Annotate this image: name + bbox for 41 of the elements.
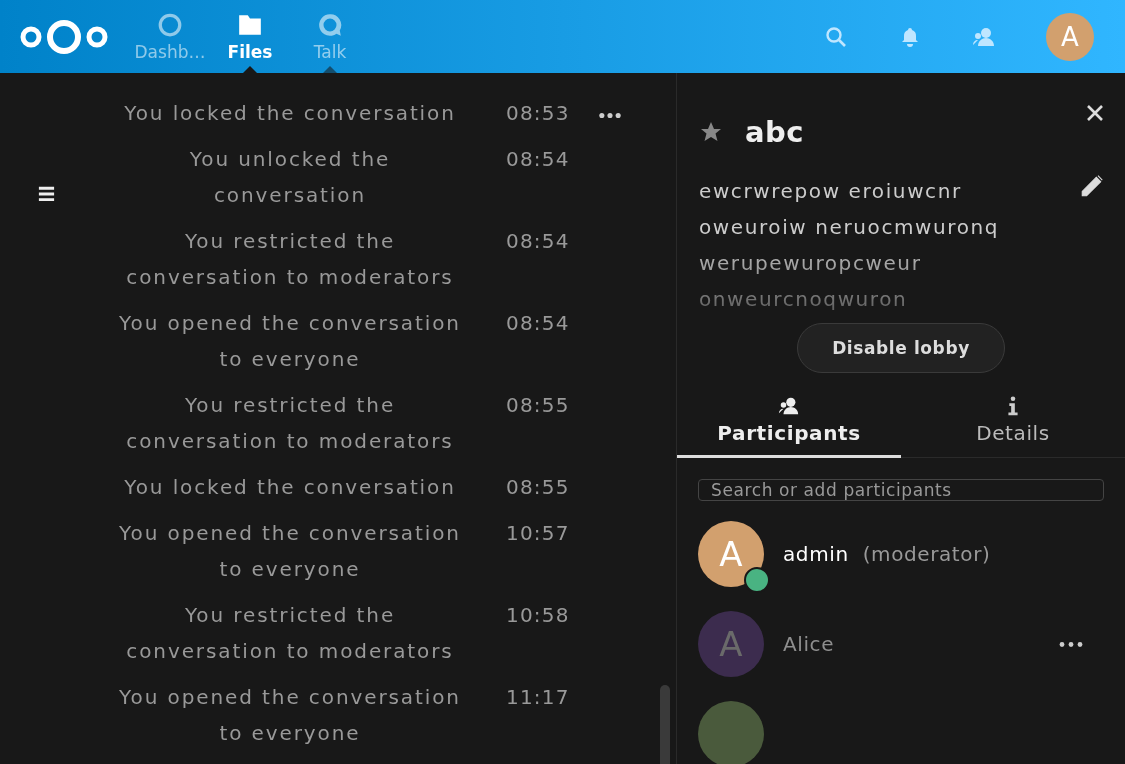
system-message: You restricted the conversation to moderators	[125, 228, 455, 291]
message-time: 08:54	[506, 228, 570, 255]
sidebar-tab[interactable]: Participants	[677, 395, 901, 458]
more-icon[interactable]	[598, 112, 622, 119]
app-link[interactable]: Talk	[290, 0, 370, 73]
system-message: You unlocked the conversation	[188, 146, 392, 209]
message-time: 08:53	[506, 100, 570, 127]
message-time: 08:54	[506, 146, 570, 173]
system-message: You restricted the conversation to moderators	[125, 602, 455, 665]
scrollbar[interactable]	[660, 685, 670, 764]
user-avatar[interactable]: A	[1046, 12, 1094, 61]
system-message: You opened the conversation to everyone	[118, 310, 462, 373]
message-time: 08:54	[506, 310, 570, 337]
close-icon[interactable]	[1085, 103, 1105, 123]
participant-search-field[interactable]: Search or add participants	[698, 479, 1104, 501]
participant-avatar[interactable]: A	[698, 611, 764, 677]
message-time: 10:57	[506, 520, 570, 547]
menu-icon[interactable]	[37, 184, 56, 203]
participant-name: Alice	[783, 632, 835, 656]
app-link[interactable]: Dashb…	[130, 0, 210, 73]
conversation-title: abc	[745, 115, 805, 149]
pencil-icon[interactable]	[1079, 173, 1105, 199]
circle-icon	[157, 11, 183, 38]
system-message: You opened the conversation to everyone	[118, 684, 462, 747]
speech-bubble-icon	[317, 11, 343, 38]
sidebar-tab[interactable]: Details	[901, 395, 1125, 458]
participant-name: admin	[783, 542, 849, 566]
conversation-description: ewcrwrepow eroiuwcnr oweuroiw neruocmwuronq werupewuropcweur onweurcnoqwuron	[699, 178, 1001, 313]
message-time: 08:55	[506, 474, 570, 501]
message-time: 08:55	[506, 392, 570, 419]
system-message: You locked the conversation	[123, 474, 457, 501]
more-icon[interactable]	[1059, 640, 1083, 648]
system-message: You locked the conversation	[123, 100, 457, 127]
system-message: You restricted the conversation to moderators	[125, 392, 455, 455]
message-time: 10:58	[506, 602, 570, 629]
participant-role: (moderator)	[862, 542, 991, 566]
message-time: 11:17	[506, 684, 570, 711]
people-icon	[778, 395, 800, 417]
disable-lobby-button[interactable]: Disable lobby	[797, 323, 1005, 373]
system-message: You opened the conversation to everyone	[118, 520, 462, 583]
app-link[interactable]: Files	[210, 0, 290, 73]
